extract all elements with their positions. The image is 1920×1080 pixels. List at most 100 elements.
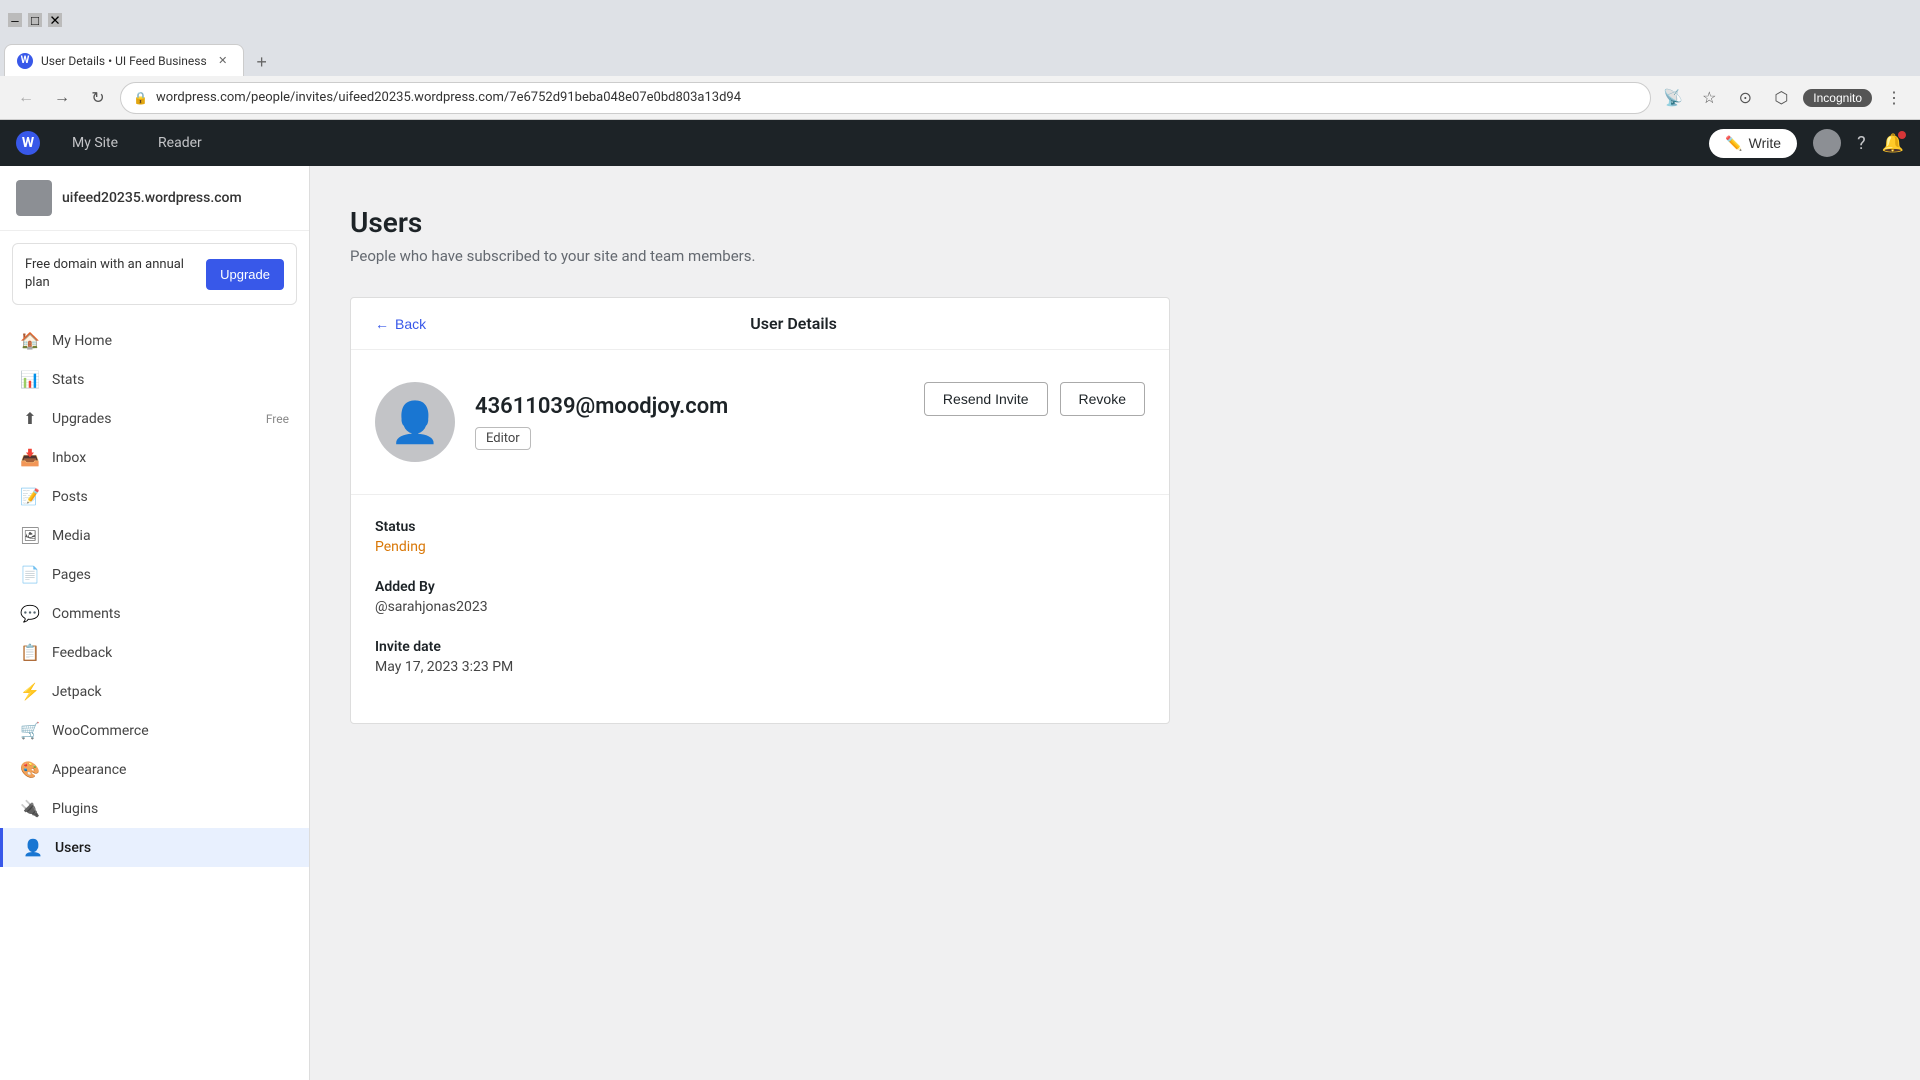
menu-icon[interactable]: ⋮ bbox=[1880, 84, 1908, 112]
help-icon[interactable]: ? bbox=[1857, 133, 1866, 154]
tab-close-button[interactable]: ✕ bbox=[215, 53, 231, 69]
write-label: Write bbox=[1749, 135, 1781, 151]
sidebar-item-comments[interactable]: 💬 Comments bbox=[0, 594, 309, 633]
sidebar-label-media: Media bbox=[52, 528, 91, 544]
user-details-info: 43611039@moodjoy.com Editor bbox=[475, 394, 728, 450]
pages-icon: 📄 bbox=[20, 565, 40, 584]
sidebar-item-jetpack[interactable]: ⚡ Jetpack bbox=[0, 672, 309, 711]
user-email: 43611039@moodjoy.com bbox=[475, 394, 728, 419]
invite-date-field: Invite date May 17, 2023 3:23 PM bbox=[375, 639, 1145, 675]
sidebar-item-my-home[interactable]: 🏠 My Home bbox=[0, 321, 309, 360]
sidebar-label-pages: Pages bbox=[52, 567, 91, 583]
wp-navbar: W My Site Reader ✏️ Write ? 🔔 bbox=[0, 120, 1920, 166]
user-info-section: 👤 43611039@moodjoy.com Editor Resend Inv… bbox=[351, 350, 1169, 495]
sidebar-label-posts: Posts bbox=[52, 489, 88, 505]
sidebar-item-woocommerce[interactable]: 🛒 WooCommerce bbox=[0, 711, 309, 750]
revoke-button[interactable]: Revoke bbox=[1060, 382, 1145, 416]
page-subtitle: People who have subscribed to your site … bbox=[350, 247, 1880, 265]
profile-icon[interactable]: ⊙ bbox=[1731, 84, 1759, 112]
back-label: Back bbox=[395, 316, 426, 332]
upgrade-banner-text: Free domain with an annual plan bbox=[25, 256, 206, 292]
sidebar-label-my-home: My Home bbox=[52, 333, 112, 349]
media-icon: 🖼 bbox=[20, 526, 40, 545]
plugins-icon: 🔌 bbox=[20, 799, 40, 818]
inbox-icon: 📥 bbox=[20, 448, 40, 467]
user-actions: Resend Invite Revoke bbox=[924, 382, 1145, 416]
tab-favicon: W bbox=[17, 53, 33, 69]
my-site-label: My Site bbox=[72, 135, 118, 151]
address-text: wordpress.com/people/invites/uifeed20235… bbox=[156, 90, 1638, 105]
notifications-icon[interactable]: 🔔 bbox=[1882, 133, 1904, 154]
added-by-label: Added By bbox=[375, 579, 1145, 595]
nav-my-site[interactable]: My Site bbox=[64, 131, 126, 155]
sidebar-item-pages[interactable]: 📄 Pages bbox=[0, 555, 309, 594]
site-icon bbox=[16, 180, 52, 216]
user-details-card: ← Back User Details 👤 43611039@moodjoy.c… bbox=[350, 297, 1170, 724]
browser-tab[interactable]: W User Details • UI Feed Business ✕ bbox=[4, 44, 244, 76]
status-field: Status Pending bbox=[375, 519, 1145, 555]
sidebar-label-appearance: Appearance bbox=[52, 762, 126, 778]
maximize-button[interactable]: □ bbox=[28, 13, 42, 27]
upgrades-icon: ⬆ bbox=[20, 409, 40, 428]
nav-refresh-button[interactable]: ↻ bbox=[84, 84, 112, 112]
sidebar-item-users[interactable]: 👤 Users bbox=[0, 828, 309, 867]
sidebar-item-inbox[interactable]: 📥 Inbox bbox=[0, 438, 309, 477]
close-button[interactable]: ✕ bbox=[48, 13, 62, 27]
tab-title: User Details • UI Feed Business bbox=[41, 54, 207, 68]
resend-invite-button[interactable]: Resend Invite bbox=[924, 382, 1048, 416]
upgrade-button[interactable]: Upgrade bbox=[206, 259, 284, 290]
cast-icon[interactable]: 📡 bbox=[1659, 84, 1687, 112]
user-role-badge: Editor bbox=[475, 427, 531, 450]
sidebar-item-media[interactable]: 🖼 Media bbox=[0, 516, 309, 555]
extensions-icon[interactable]: ⬡ bbox=[1767, 84, 1795, 112]
sidebar-item-upgrades[interactable]: ⬆ Upgrades Free bbox=[0, 399, 309, 438]
nav-forward-button[interactable]: → bbox=[48, 84, 76, 112]
sidebar-item-stats[interactable]: 📊 Stats bbox=[0, 360, 309, 399]
write-button[interactable]: ✏️ Write bbox=[1709, 129, 1797, 158]
wp-nav-right: ✏️ Write ? 🔔 bbox=[1709, 129, 1904, 158]
sidebar: uifeed20235.wordpress.com Free domain wi… bbox=[0, 166, 310, 1080]
sidebar-item-appearance[interactable]: 🎨 Appearance bbox=[0, 750, 309, 789]
nav-back-button[interactable]: ← bbox=[12, 84, 40, 112]
back-arrow-icon: ← bbox=[375, 316, 389, 332]
sidebar-item-plugins[interactable]: 🔌 Plugins bbox=[0, 789, 309, 828]
sidebar-label-woocommerce: WooCommerce bbox=[52, 723, 149, 739]
posts-icon: 📝 bbox=[20, 487, 40, 506]
notification-dot bbox=[1898, 131, 1906, 139]
sidebar-label-feedback: Feedback bbox=[52, 645, 112, 661]
sidebar-item-feedback[interactable]: 📋 Feedback bbox=[0, 633, 309, 672]
sidebar-label-plugins: Plugins bbox=[52, 801, 98, 817]
sidebar-label-comments: Comments bbox=[52, 606, 121, 622]
avatar-person-icon: 👤 bbox=[390, 399, 440, 446]
bookmark-icon[interactable]: ☆ bbox=[1695, 84, 1723, 112]
sidebar-label-upgrades: Upgrades bbox=[52, 411, 111, 427]
added-by-field: Added By @sarahjonas2023 bbox=[375, 579, 1145, 615]
site-name: uifeed20235.wordpress.com bbox=[62, 190, 242, 206]
sidebar-label-inbox: Inbox bbox=[52, 450, 86, 466]
card-header: ← Back User Details bbox=[351, 298, 1169, 350]
upgrade-banner: Free domain with an annual plan Upgrade bbox=[12, 243, 297, 305]
invite-date-label: Invite date bbox=[375, 639, 1145, 655]
user-avatar-nav[interactable] bbox=[1813, 129, 1841, 157]
nav-reader[interactable]: Reader bbox=[150, 131, 210, 155]
my-home-icon: 🏠 bbox=[20, 331, 40, 350]
minimize-button[interactable]: – bbox=[8, 13, 22, 27]
main-content: Users People who have subscribed to your… bbox=[310, 166, 1920, 1080]
invite-date-value: May 17, 2023 3:23 PM bbox=[375, 659, 1145, 675]
appearance-icon: 🎨 bbox=[20, 760, 40, 779]
new-tab-button[interactable]: + bbox=[248, 48, 276, 76]
added-by-value: @sarahjonas2023 bbox=[375, 599, 1145, 615]
sidebar-label-users: Users bbox=[55, 840, 91, 856]
sidebar-label-stats: Stats bbox=[52, 372, 84, 388]
page-title: Users bbox=[350, 206, 1880, 239]
stats-icon: 📊 bbox=[20, 370, 40, 389]
incognito-button[interactable]: Incognito bbox=[1803, 89, 1872, 107]
wp-logo[interactable]: W bbox=[16, 131, 40, 155]
sidebar-item-posts[interactable]: 📝 Posts bbox=[0, 477, 309, 516]
reader-label: Reader bbox=[158, 135, 202, 151]
user-meta-section: Status Pending Added By @sarahjonas2023 … bbox=[351, 495, 1169, 723]
back-button[interactable]: ← Back bbox=[375, 316, 426, 332]
sidebar-label-jetpack: Jetpack bbox=[52, 684, 102, 700]
address-bar[interactable]: 🔒 wordpress.com/people/invites/uifeed202… bbox=[120, 82, 1651, 114]
users-icon: 👤 bbox=[23, 838, 43, 857]
